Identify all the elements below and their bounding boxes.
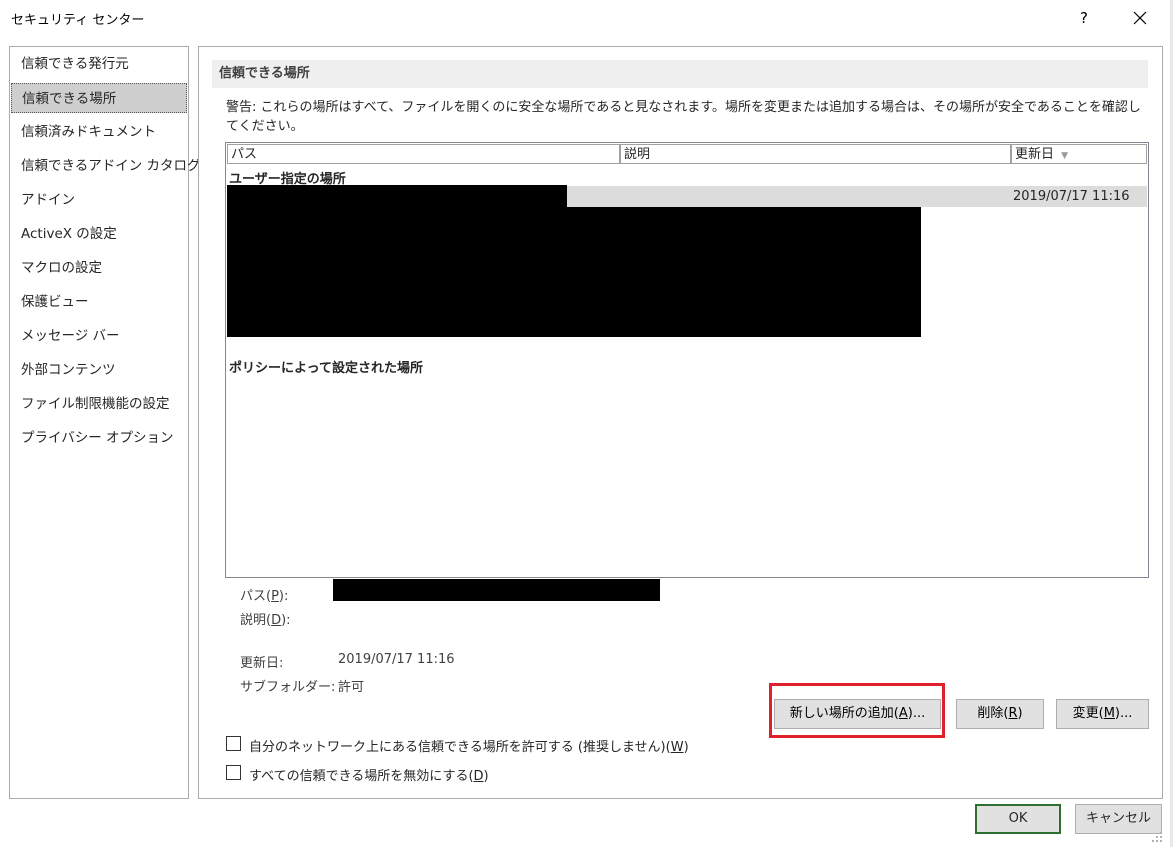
help-button[interactable]: ? [1068,2,1100,34]
sidebar-nav: 信頼できる発行元 信頼できる場所 信頼済みドキュメント 信頼できるアドイン カタ… [9,46,201,799]
sidebar-item-external-content[interactable]: 外部コンテンツ [11,355,187,385]
sidebar-item-trusted-publishers[interactable]: 信頼できる発行元 [11,49,187,79]
column-header-modified[interactable]: 更新日 ▼ [1011,144,1147,164]
allow-network-label[interactable]: 自分のネットワーク上にある信頼できる場所を許可する (推奨しません)(W) [249,736,689,755]
sidebar-item-activex[interactable]: ActiveX の設定 [11,219,187,249]
subfolders-label: サブフォルダー: [240,680,336,695]
section-title: 信頼できる場所 [212,60,1148,88]
row-modified-date: 2019/07/17 11:16 [1013,189,1130,204]
disable-all-label[interactable]: すべての信頼できる場所を無効にする(D) [249,765,489,784]
subfolders-value: 許可 [338,680,365,695]
allow-network-checkbox[interactable] [226,736,241,751]
sidebar-item-privacy[interactable]: プライバシー オプション [11,423,187,453]
title-bar [0,0,1173,36]
close-button[interactable] [1124,2,1156,34]
column-header-description[interactable]: 説明 [620,144,1011,164]
resize-grip-icon[interactable] [1150,830,1164,844]
sidebar-item-macros[interactable]: マクロの設定 [11,253,187,283]
sidebar-item-trusted-addin-catalogs[interactable]: 信頼できるアドイン カタログ [11,151,201,181]
redacted-path-value [333,579,660,601]
sidebar-item-trusted-locations[interactable]: 信頼できる場所 [11,83,187,113]
column-header-modified-label: 更新日 [1015,147,1055,162]
sidebar-item-file-block[interactable]: ファイル制限機能の設定 [11,389,187,419]
path-label: パス(P): [240,589,289,604]
sidebar-item-trusted-documents[interactable]: 信頼済みドキュメント [11,117,187,147]
group-policy-locations: ポリシーによって設定された場所 [229,361,423,376]
modified-value: 2019/07/17 11:16 [338,652,455,667]
redacted-rows [227,207,921,337]
modify-button[interactable]: 変更(M)... [1056,699,1149,729]
highlight-annotation [769,683,945,738]
sidebar-item-message-bar[interactable]: メッセージ バー [11,321,187,351]
remove-button[interactable]: 削除(R) [956,699,1044,729]
sidebar-item-addins[interactable]: アドイン [11,185,187,215]
column-header-path[interactable]: パス [227,144,620,164]
sort-arrow-icon: ▼ [1061,151,1069,161]
disable-all-checkbox[interactable] [226,765,241,780]
window-title: セキュリティ センター [11,13,145,28]
redacted-path [227,185,567,207]
close-icon [1133,11,1147,25]
sidebar-item-protected-view[interactable]: 保護ビュー [11,287,187,317]
modified-label: 更新日: [240,656,284,671]
description-label: 説明(D): [240,613,291,628]
warning-text: 警告: これらの場所はすべて、ファイルを開くのに安全な場所であると見なされます。… [226,100,1141,134]
ok-button[interactable]: OK [975,804,1061,834]
cancel-button[interactable]: キャンセル [1075,804,1162,834]
